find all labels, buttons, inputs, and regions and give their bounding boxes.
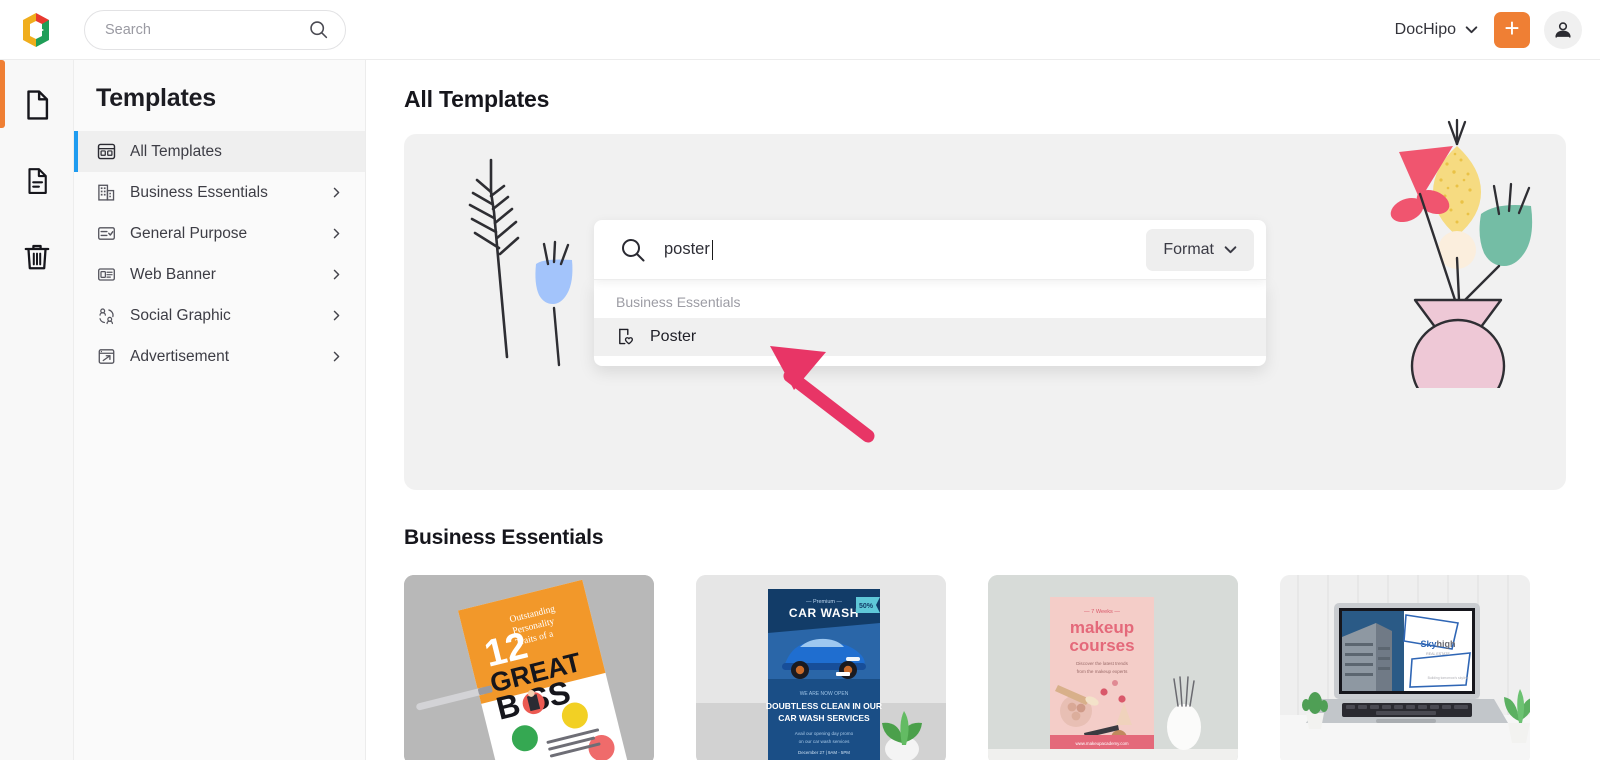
svg-text:Skyhigh: Skyhigh [1420,639,1455,649]
header-search-input[interactable] [105,21,308,38]
dochipo-logo[interactable] [14,8,58,52]
sidebar-item-general-purpose[interactable]: General Purpose [74,213,365,254]
top-bar: DocHipo + [0,0,1600,60]
sidebar-item-social-graphic[interactable]: Social Graphic [74,295,365,336]
person-icon [1555,21,1571,38]
suggestion-group-label: Business Essentials [616,294,741,310]
template-search-bar[interactable]: Format [594,220,1266,280]
template-search-panel: Format Business Essentials [594,220,1266,366]
chevron-right-icon [331,351,343,363]
top-bar-right: DocHipo + [1393,10,1582,49]
svg-text:CAR WASH SERVICES: CAR WASH SERVICES [778,713,870,723]
app-root: DocHipo + [0,0,1600,760]
header-search[interactable] [84,9,346,50]
sidebar-title: Templates [96,84,217,112]
checklist-icon [96,224,116,244]
svg-text:December 27 | 9AM - 5PM: December 27 | 9AM - 5PM [798,750,850,755]
format-label: Format [1163,240,1214,258]
svg-text:CAR WASH: CAR WASH [789,606,859,620]
template-search-input[interactable] [664,240,1137,259]
sidebar-item-web-banner[interactable]: Web Banner [74,254,365,295]
flower-vase-illustration [1369,68,1544,414]
workspace-label: DocHipo [1394,20,1456,38]
text-cursor [711,239,714,260]
svg-text:— 7 Weeks —: — 7 Weeks — [1084,609,1120,615]
plus-icon: + [1504,13,1520,43]
svg-text:on our car wash services: on our car wash services [799,739,851,744]
search-icon [310,21,328,39]
building-icon [96,183,116,203]
template-card-car-wash[interactable]: — Premium — CAR WASH 50% WE ARE NOW OPEN… [696,575,946,760]
account-avatar[interactable] [1544,10,1582,49]
format-filter-button[interactable]: Format [1146,228,1254,271]
lined-document-icon [27,168,47,194]
banner-icon [96,265,116,285]
chevron-down-icon [1465,26,1478,34]
svg-text:REAL ESTATE: REAL ESTATE [1426,652,1450,656]
svg-text:WE ARE NOW OPEN: WE ARE NOW OPEN [800,691,849,697]
search-icon [620,237,646,263]
search-suggestions-dropdown: Business Essentials Poster [594,280,1266,366]
ad-window-icon [96,347,116,367]
chevron-right-icon [331,228,343,240]
sidebar: Templates All Templates Business Essenti… [74,60,366,760]
template-card-skyhigh-presentation[interactable]: Skyhigh REAL ESTATE Building tomorrow's … [1280,575,1530,760]
suggestion-item-label: Poster [650,328,697,345]
sidebar-item-label: Advertisement [130,347,230,365]
rail-item-my-designs[interactable] [14,158,60,204]
svg-text:— Premium —: — Premium — [806,599,843,605]
svg-text:www.makeupacademy.com: www.makeupacademy.com [1075,741,1128,746]
sidebar-item-label: All Templates [130,142,222,160]
poster-heart-icon [616,327,636,347]
svg-text:Avail our opening day promo: Avail our opening day promo [795,731,854,736]
people-network-icon [96,306,116,326]
sidebar-item-label: Social Graphic [130,306,231,324]
svg-text:courses: courses [1069,636,1134,655]
suggestion-item-poster[interactable]: Poster [594,318,1266,356]
workspace-selector[interactable]: DocHipo [1393,17,1480,43]
template-card-makeup-courses[interactable]: — 7 Weeks — makeup courses Discover the … [988,575,1238,760]
svg-text:Discover the latest trends: Discover the latest trends [1076,661,1129,666]
svg-text:DOUBTLESS CLEAN IN OUR: DOUBTLESS CLEAN IN OUR [766,701,882,711]
section-title: Business Essentials [404,526,604,549]
trash-icon [24,244,49,270]
fern-and-blue-flower-illustration [444,152,594,372]
blank-document-icon [26,90,48,120]
sidebar-item-advertisement[interactable]: Advertisement [74,336,365,377]
sidebar-item-business-essentials[interactable]: Business Essentials [74,172,365,213]
svg-text:makeup: makeup [1070,618,1134,637]
rail-item-documents[interactable] [0,60,60,128]
template-card-great-boss[interactable]: 12 Outstanding Personality Traits of a G… [404,575,654,760]
chevron-down-icon [1224,246,1237,254]
svg-text:from the makeup experts: from the makeup experts [1077,669,1129,674]
sidebar-item-label: General Purpose [130,224,248,242]
grid-templates-icon [96,142,116,162]
chevron-right-icon [331,310,343,322]
svg-text:50%: 50% [859,603,874,610]
chevron-right-icon [331,269,343,281]
sidebar-item-label: Business Essentials [130,183,268,201]
sidebar-item-all-templates[interactable]: All Templates [74,131,365,172]
search-input-holder [664,239,1137,260]
template-card-grid: 12 Outstanding Personality Traits of a G… [404,575,1530,760]
chevron-right-icon [331,187,343,199]
svg-text:Building tomorrow's skyline: Building tomorrow's skyline [1428,676,1469,680]
rail-item-trash[interactable] [14,234,60,280]
sidebar-item-label: Web Banner [130,265,216,283]
main-content: All Templates Create beautiful documents [366,60,1600,760]
create-new-button[interactable]: + [1494,11,1530,48]
icon-rail [0,60,74,760]
